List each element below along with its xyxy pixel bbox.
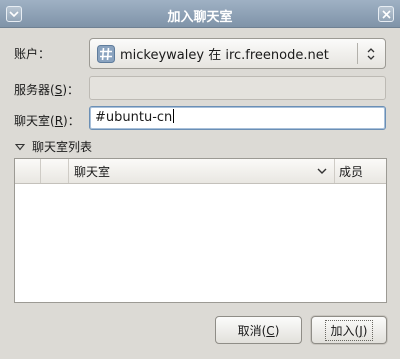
close-icon[interactable] [378,6,394,22]
irc-hash-icon [97,44,115,63]
column-header-room[interactable]: 聊天室 [69,159,335,183]
chevron-down-icon [317,168,327,174]
column-header-members[interactable]: 成员 [335,159,386,183]
column-header-icon[interactable] [15,159,41,183]
room-input[interactable]: #ubuntu-cn [89,106,386,130]
cancel-button[interactable]: 取消(C) [215,316,302,344]
server-label: 服务器(S)： [14,83,79,97]
triangle-down-icon [14,141,26,153]
account-label: 账户： [14,47,51,61]
room-list-expander[interactable]: 聊天室列表 [14,138,92,155]
table-header: 聊天室 成员 [15,159,386,184]
combo-separator [357,43,358,64]
table-body [15,184,386,302]
server-input[interactable] [89,76,386,100]
room-list-table[interactable]: 聊天室 成员 [14,158,387,303]
title-bar: 加入聊天室 [0,0,400,28]
room-list-label: 聊天室列表 [32,140,93,154]
up-down-arrows-icon [364,44,378,64]
room-label: 聊天室(R)： [14,114,80,128]
account-value: mickeywaley 在 irc.freenode.net [120,48,329,63]
text-cursor [173,109,175,123]
column-room-label: 聊天室 [74,164,111,179]
window-title: 加入聊天室 [167,10,233,25]
column-members-label: 成员 [339,164,364,179]
account-combo[interactable]: mickeywaley 在 irc.freenode.net [89,38,386,69]
column-header-status[interactable] [41,159,69,183]
join-button[interactable]: 加入(J) [311,316,387,344]
room-input-value: #ubuntu-cn [95,110,173,125]
